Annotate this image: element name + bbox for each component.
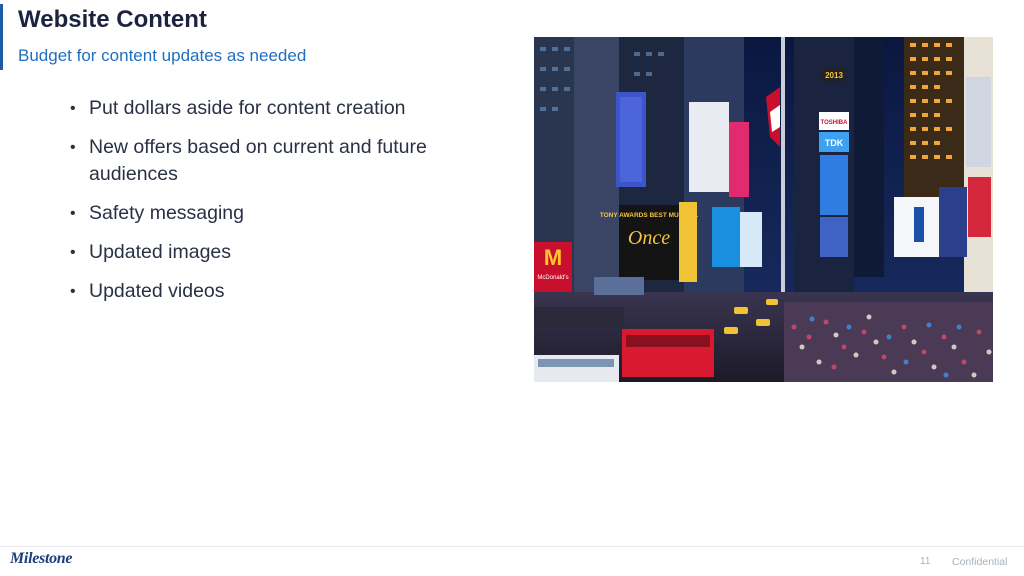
bullet-text: Updated images — [89, 241, 232, 263]
crowd — [784, 302, 993, 382]
bullet-text: Safety messaging — [89, 202, 245, 224]
once-text: Once — [628, 227, 670, 249]
bullet-text: Updated videos — [89, 280, 225, 302]
confidential-label: Confidential — [952, 556, 1008, 568]
year-text: 2013 — [825, 71, 843, 80]
bullet-item: • Updated videos — [70, 278, 490, 305]
footer-divider — [0, 546, 1024, 547]
billboard-light — [740, 212, 762, 267]
billboard-cyan — [712, 207, 740, 267]
bullet-dot: • — [70, 100, 76, 117]
mcdonalds-logo-icon: M — [544, 245, 562, 270]
times-square-illustration: TONY AWARDS BEST MUSICAL Once M McDonald… — [534, 37, 993, 382]
billboard-red-right — [968, 177, 991, 237]
billboard-yellow — [679, 202, 697, 282]
billboard-pink — [729, 122, 749, 197]
slide-title: Website Content — [18, 6, 207, 33]
bullet-item: • Updated images — [70, 239, 490, 266]
bullet-dot: • — [70, 139, 76, 156]
mcdonalds-text: McDonald's — [537, 275, 568, 281]
billboard-right-blue — [820, 155, 848, 215]
bullet-dot: • — [70, 244, 76, 261]
bullet-item: • Put dollars aside for content creation — [70, 95, 490, 122]
bullet-dot: • — [70, 205, 76, 222]
bullet-item: • Safety messaging — [70, 200, 490, 227]
milestone-logo: Milestone — [10, 550, 73, 567]
bullet-dot: • — [70, 283, 76, 300]
toshiba-text: TOSHIBA — [821, 120, 849, 126]
bullet-text: Put dollars aside for content creation — [89, 97, 406, 119]
slide-subtitle: Budget for content updates as needed — [18, 46, 307, 65]
title-accent-bar — [0, 4, 3, 70]
bullet-item: • New offers based on current and future… — [70, 134, 490, 188]
bullet-list: • Put dollars aside for content creation… — [70, 95, 490, 317]
tdk-text: TDK — [825, 138, 844, 148]
times-square-photo: TONY AWARDS BEST MUSICAL Once M McDonald… — [534, 37, 993, 382]
slide: Website Content Budget for content updat… — [0, 0, 1024, 576]
billboard-white — [689, 102, 729, 192]
page-number: 11 — [920, 556, 931, 567]
bullet-text: New offers based on current and future a… — [89, 136, 427, 185]
